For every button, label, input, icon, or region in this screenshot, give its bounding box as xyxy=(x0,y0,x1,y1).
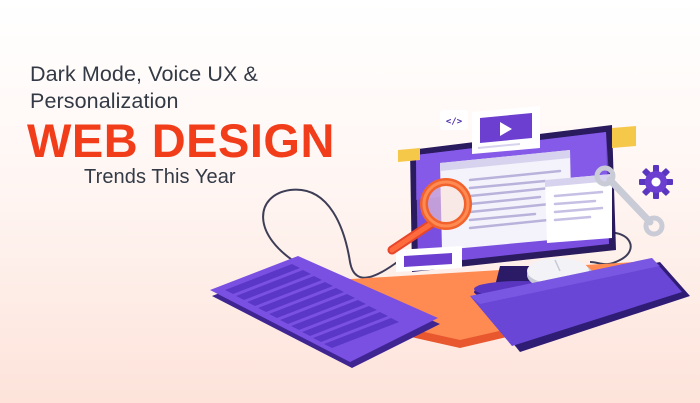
yellow-tag-right xyxy=(612,126,636,148)
screen-bar xyxy=(396,246,462,272)
code-icon: </> xyxy=(446,117,463,127)
code-badge: </> xyxy=(440,110,468,130)
banner: Dark Mode, Voice UX & Personalization WE… xyxy=(0,0,700,403)
illustration: </> xyxy=(210,106,690,368)
yellow-tag-left xyxy=(398,148,420,162)
video-card xyxy=(472,106,540,154)
keyboard xyxy=(210,256,440,368)
gear-icon xyxy=(639,165,673,199)
